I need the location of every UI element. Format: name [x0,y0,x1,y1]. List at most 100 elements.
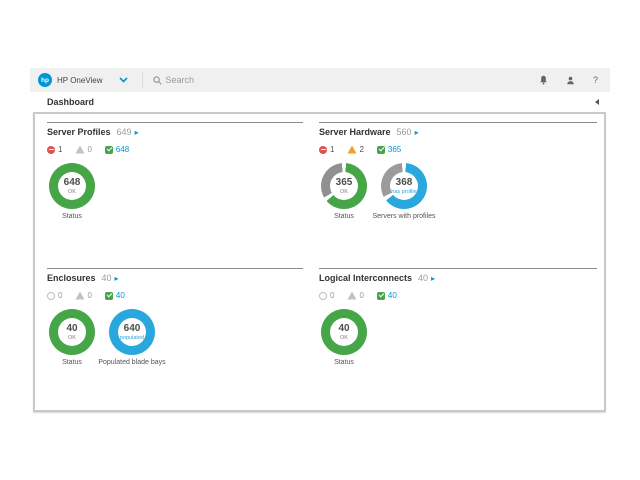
panel-link-arrow-icon[interactable]: ▸ [415,128,419,137]
donut-status[interactable]: 40 OK Status [321,309,367,366]
panel-title[interactable]: Server Hardware [319,127,391,137]
chevron-down-icon[interactable] [119,77,128,83]
panel-logical-interconnects: Logical Interconnects 40 ▸ 0 0 40 [319,268,597,366]
panel-header[interactable]: Server Hardware 560 ▸ [319,127,597,137]
donut-chart[interactable]: 40 OK [49,309,95,355]
collapse-panel-icon[interactable] [595,99,599,105]
donut-sublabel: populated [120,335,144,341]
user-icon[interactable] [566,76,575,85]
panel-link-arrow-icon[interactable]: ▸ [431,274,435,283]
donut-sublabel: OK [68,335,76,341]
pagebar: Dashboard [30,92,610,112]
status-ok[interactable]: 648 [105,145,129,154]
donut-chart[interactable]: 640 populated [109,309,155,355]
status-count: 648 [116,145,129,154]
donut-status[interactable]: 648 OK Status [49,163,95,220]
panel-count[interactable]: 40 [102,273,112,283]
panel-header[interactable]: Enclosures 40 ▸ [47,273,303,283]
status-row: 1 2 365 [319,145,597,154]
help-icon[interactable]: ? [593,75,598,85]
status-critical[interactable]: 1 [319,145,334,154]
panel-rule [47,122,303,123]
donut-value: 40 [66,324,77,334]
status-warning[interactable]: 2 [347,145,363,154]
donut-label: Status [49,213,95,220]
panel-header[interactable]: Logical Interconnects 40 ▸ [319,273,597,283]
status-critical[interactable]: 0 [319,291,334,300]
donut-label: Populated blade bays [109,359,155,366]
status-warning[interactable]: 0 [75,145,91,154]
status-warning[interactable]: 0 [347,291,363,300]
donut-value: 648 [64,178,81,188]
screenshot-stage: hp HP OneView ? Dashboard [0,0,640,480]
donut-row: 648 OK Status [49,163,303,220]
donut-populated-blade-bays[interactable]: 640 populated Populated blade bays [109,309,155,366]
search-bar[interactable] [153,75,539,85]
donut-sublabel: OK [68,189,76,195]
status-count: 2 [359,145,363,154]
status-row: 0 0 40 [319,291,597,300]
donut-hole: 40 OK [330,318,358,346]
donut-servers-with-profiles[interactable]: 368 has profile Servers with profiles [381,163,427,220]
donut-label-text: Servers with profiles [372,213,435,220]
panel-rule [319,268,597,269]
donut-chart[interactable]: 40 OK [321,309,367,355]
donut-chart[interactable]: 368 has profile [381,163,427,209]
search-input[interactable] [166,75,366,85]
app-switcher[interactable]: hp HP OneView [38,73,103,87]
dashboard-card: Server Profiles 649 ▸ 1 0 648 [33,112,606,412]
page-title: Dashboard [47,97,94,107]
panel-title[interactable]: Enclosures [47,273,96,283]
donut-sublabel: OK [340,189,348,195]
ok-icon [377,292,385,300]
donut-chart[interactable]: 648 OK [49,163,95,209]
status-count: 365 [388,145,401,154]
ok-icon [105,146,113,154]
panel-link-arrow-icon[interactable]: ▸ [115,274,119,283]
status-ok[interactable]: 40 [105,291,125,300]
panel-server-hardware: Server Hardware 560 ▸ 1 2 365 [319,122,597,220]
donut-label: Status [321,213,367,220]
panel-rule [47,268,303,269]
donut-label-text: Status [334,213,354,220]
donut-label-text: Status [62,213,82,220]
donut-status[interactable]: 365 OK Status [321,163,367,220]
donut-row: 40 OK Status 640 populated Populated bla… [49,309,303,366]
status-ok[interactable]: 365 [377,145,401,154]
panel-count[interactable]: 40 [418,273,428,283]
warning-icon [347,146,356,154]
donut-chart[interactable]: 365 OK [321,163,367,209]
panel-enclosures: Enclosures 40 ▸ 0 0 40 [47,268,303,366]
error-icon [319,292,327,300]
panel-header[interactable]: Server Profiles 649 ▸ [47,127,303,137]
donut-label: Servers with profiles [381,213,427,220]
status-row: 0 0 40 [47,291,303,300]
panel-count[interactable]: 649 [117,127,132,137]
error-icon [47,146,55,154]
donut-label-text: Populated blade bays [98,359,165,366]
error-icon [47,292,55,300]
panel-title[interactable]: Server Profiles [47,127,111,137]
donut-row: 40 OK Status [321,309,597,366]
donut-label-text: Status [334,359,354,366]
ok-icon [105,292,113,300]
status-count: 40 [116,291,125,300]
bell-icon[interactable] [539,75,548,85]
donut-status[interactable]: 40 OK Status [49,309,95,366]
panel-server-profiles: Server Profiles 649 ▸ 1 0 648 [47,122,303,220]
status-warning[interactable]: 0 [75,291,91,300]
donut-sublabel: has profile [391,189,416,195]
status-ok[interactable]: 40 [377,291,397,300]
donut-hole: 40 OK [58,318,86,346]
panel-count[interactable]: 560 [397,127,412,137]
status-count: 0 [87,145,91,154]
topbar-actions: ? [539,75,598,85]
status-critical[interactable]: 1 [47,145,62,154]
donut-value: 40 [338,324,349,334]
status-row: 1 0 648 [47,145,303,154]
donut-value: 365 [336,178,353,188]
status-critical[interactable]: 0 [47,291,62,300]
panel-title[interactable]: Logical Interconnects [319,273,412,283]
donut-label: Status [321,359,367,366]
panel-link-arrow-icon[interactable]: ▸ [135,128,139,137]
